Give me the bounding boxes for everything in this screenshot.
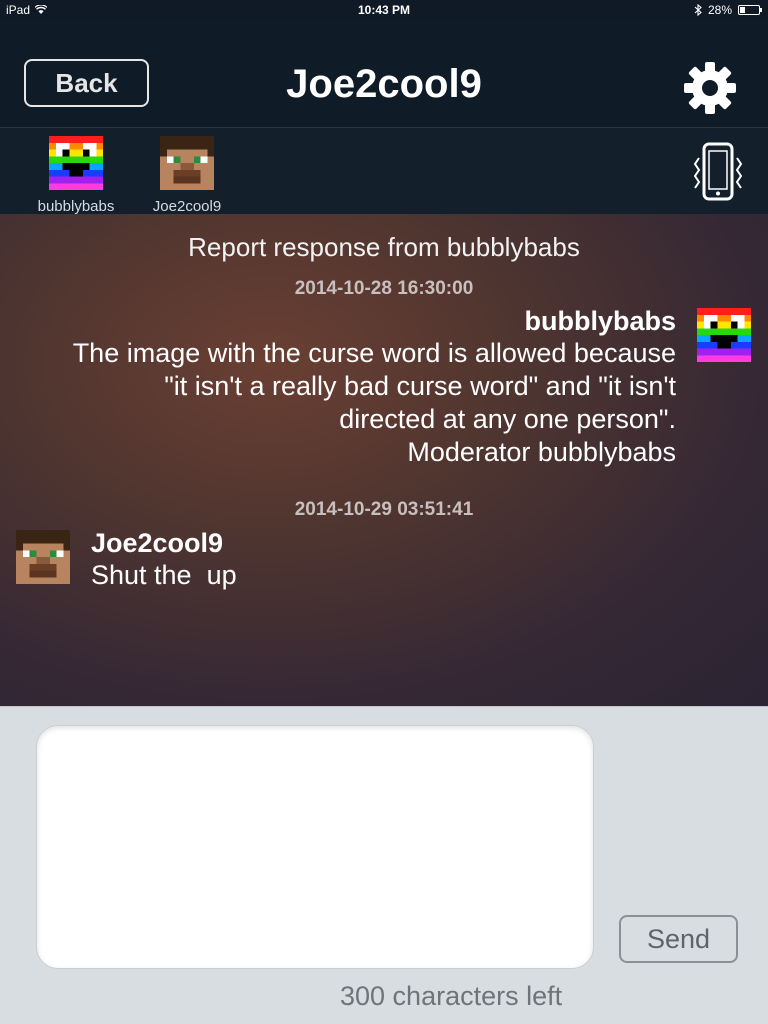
message-sender: bubblybabs xyxy=(524,306,676,336)
chat-title: Report response from bubblybabs xyxy=(188,232,580,262)
message-input[interactable] xyxy=(36,725,594,969)
gear-icon[interactable] xyxy=(682,60,738,116)
message-bubblybabs: bubblybabs The image with the curse word… xyxy=(73,306,676,469)
message-line: "it isn't a really bad curse word" and "… xyxy=(164,371,676,401)
message-timestamp: 2014-10-28 16:30:00 xyxy=(294,278,474,299)
steve-avatar xyxy=(160,136,214,190)
chat-area[interactable]: Report response from bubblybabs 2014-10-… xyxy=(0,214,768,706)
rainbow-avatar xyxy=(49,136,103,190)
participant-bubblybabs[interactable]: bubblybabs xyxy=(26,136,126,215)
participant-joe2cool9[interactable]: Joe2cool9 xyxy=(137,136,237,215)
message-line: directed at any one person". xyxy=(339,404,676,434)
message-sender: Joe2cool9 xyxy=(91,528,224,558)
message-line: The image with the curse word is allowed… xyxy=(72,338,676,368)
send-button[interactable]: Send xyxy=(619,915,738,963)
participant-name: Joe2cool9 xyxy=(152,198,222,215)
participants-bar: bubblybabs Joe2cool9 xyxy=(0,128,768,215)
navigation-bar: Back Joe2cool9 xyxy=(0,20,768,128)
battery-icon xyxy=(738,5,762,15)
message-line: Moderator bubblybabs xyxy=(407,437,676,467)
phone-vibrate-icon[interactable] xyxy=(690,142,746,202)
status-bar: iPad 10:43 PM 28% xyxy=(0,0,768,20)
battery-percent: 28% xyxy=(707,3,732,17)
bluetooth-icon xyxy=(694,4,702,16)
status-time: 10:43 PM xyxy=(357,3,411,17)
battery-level xyxy=(740,7,746,13)
message-line: Shut the up xyxy=(91,560,237,590)
page-title: Joe2cool9 xyxy=(286,62,482,106)
steve-avatar[interactable] xyxy=(14,530,72,584)
message-composer: Send 300 characters left xyxy=(0,706,768,1024)
message-timestamp: 2014-10-29 03:51:41 xyxy=(294,499,474,520)
rainbow-avatar[interactable] xyxy=(695,308,753,362)
message-joe2cool9: Joe2cool9 Shut the up xyxy=(91,528,237,592)
character-counter: 300 characters left xyxy=(340,981,563,1011)
participant-name: bubblybabs xyxy=(37,198,115,215)
